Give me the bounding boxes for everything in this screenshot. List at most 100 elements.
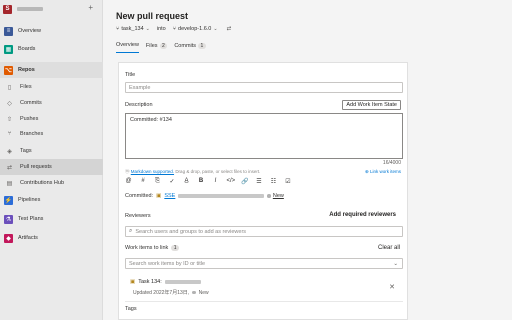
link-icon[interactable]: 🔗: [241, 178, 248, 185]
pr-form-card: Title Example Description Add Work Item …: [118, 62, 408, 320]
swap-branches-icon[interactable]: ⇄: [227, 26, 232, 32]
work-item-icon: ▣: [156, 193, 162, 199]
sidebar-item-label: Overview: [18, 28, 41, 34]
work-item-state: New: [198, 289, 209, 296]
repos-icon: ⌥: [4, 65, 13, 75]
sidebar-item-label: Pushes: [20, 116, 39, 122]
link-work-items-label: Link work items: [369, 169, 401, 174]
sidebar-item-tags[interactable]: ◈ Tags: [0, 143, 103, 159]
count-badge: 1: [198, 42, 206, 49]
state-indicator: New: [267, 193, 284, 199]
count-badge: 2: [159, 42, 168, 49]
main-content: New pull request ⑂ task_134 ⌄ into ⑂ dev…: [104, 0, 512, 320]
add-icon[interactable]: +: [88, 3, 93, 12]
work-items-label: Work items to link: [125, 245, 169, 251]
reviewers-label: Reviewers: [125, 213, 151, 219]
code-icon[interactable]: </>: [227, 178, 236, 185]
project-header[interactable]: S +: [3, 3, 100, 15]
committed-label: Committed:: [125, 193, 154, 199]
overview-icon: ≡: [4, 26, 13, 36]
sidebar-item-files[interactable]: ▯ Files: [0, 79, 103, 95]
sidebar-item-label: Test Plans: [18, 216, 44, 222]
reviewers-search-input[interactable]: ⌕ Search users and groups to add as revi…: [125, 226, 403, 237]
description-label: Description: [125, 102, 153, 108]
state-label: New: [272, 193, 284, 199]
tab-bar: Overview Files 2 Commits 1: [116, 42, 206, 53]
tab-overview[interactable]: Overview: [116, 42, 139, 53]
commits-icon: ◇: [7, 100, 12, 107]
branch-icon: ⑂: [116, 26, 120, 32]
tab-label: Files: [145, 42, 158, 49]
sidebar-item-pull-requests[interactable]: ⇄ Pull requests: [0, 159, 103, 175]
state-dot: [267, 194, 271, 198]
divider: [125, 301, 403, 302]
redacted-text: [178, 194, 265, 198]
clear-all-link[interactable]: Clear all: [378, 245, 400, 251]
sidebar-item-label: Artifacts: [18, 235, 38, 241]
chevron-down-icon: ⌄: [393, 260, 398, 267]
sidebar-item-repos[interactable]: ⌥ Repos: [0, 62, 103, 78]
source-branch-label: task_134: [121, 26, 144, 32]
markdown-hint-text: Drag & drop, paste, or select files to i…: [175, 169, 261, 174]
sidebar-item-test-plans[interactable]: ⚗ Test Plans: [0, 211, 103, 227]
markdown-link[interactable]: Markdown supported.: [131, 169, 174, 174]
link-work-items-link[interactable]: ⊕ Link work items: [365, 169, 401, 175]
state-dot: [192, 290, 196, 295]
project-name-redacted: [17, 7, 43, 11]
pipelines-icon: ⚡: [4, 195, 13, 205]
test-plans-icon: ⚗: [4, 214, 13, 224]
committed-line: Committed: ▣ SSE New: [125, 193, 284, 199]
branch-selector-row: ⑂ task_134 ⌄ into ⑂ develop-1.6.0 ⌄ ⇄: [116, 26, 231, 32]
sidebar-item-contributions-hub[interactable]: ▤ Contributions Hub: [0, 175, 103, 191]
text-style-icon[interactable]: A̲: [183, 178, 190, 185]
chevron-down-icon: ⌄: [145, 26, 150, 32]
tab-files[interactable]: Files 2: [145, 42, 168, 53]
work-items-search-input[interactable]: Search work items by ID or title ⌄: [125, 258, 403, 269]
hashtag-icon[interactable]: #: [140, 178, 147, 185]
tags-label: Tags: [125, 306, 137, 312]
title-input[interactable]: Example: [125, 82, 403, 93]
work-item-title[interactable]: Task 134:: [138, 279, 162, 285]
pull-requests-icon: ⇄: [6, 164, 13, 171]
add-required-reviewers-link[interactable]: Add required reviewers: [329, 212, 396, 218]
project-avatar: S: [3, 4, 12, 14]
branches-icon: ⑂: [7, 131, 12, 137]
branch-icon: ⑂: [172, 26, 177, 32]
add-work-item-state-button[interactable]: Add Work Item State: [342, 100, 401, 110]
target-branch-dropdown[interactable]: ⑂ develop-1.6.0 ⌄: [173, 26, 218, 32]
sidebar-item-pushes[interactable]: ⇧ Pushes: [0, 111, 103, 127]
mention-icon[interactable]: @: [125, 178, 132, 185]
chevron-down-icon: ⌄: [213, 26, 218, 32]
pushes-icon: ⇧: [6, 116, 13, 123]
tab-commits[interactable]: Commits 1: [174, 42, 206, 53]
committed-ref[interactable]: SSE: [164, 193, 175, 199]
tab-label: Overview: [116, 42, 139, 48]
sidebar-item-label: Pull requests: [20, 164, 52, 170]
sidebar-item-commits[interactable]: ◇ Commits: [0, 95, 103, 111]
sidebar-item-label: Boards: [18, 46, 36, 52]
artifacts-icon: ◆: [4, 233, 13, 243]
sidebar-item-label: Files: [20, 84, 32, 90]
description-textarea[interactable]: Committed: #134: [125, 113, 403, 159]
source-branch-dropdown[interactable]: ⑂ task_134 ⌄: [116, 26, 150, 32]
italic-icon[interactable]: I: [212, 178, 219, 185]
tags-icon: ◈: [7, 148, 12, 155]
sidebar-item-artifacts[interactable]: ◆ Artifacts: [0, 230, 103, 246]
remove-work-item-icon[interactable]: ✕: [389, 283, 395, 291]
sidebar-item-overview[interactable]: ≡ Overview: [0, 23, 103, 39]
sidebar-item-pipelines[interactable]: ⚡ Pipelines: [0, 192, 103, 208]
attach-icon[interactable]: ⎘: [154, 178, 161, 185]
formatting-toolbar: @ # ⎘ ✓ A̲ B I </> 🔗 ☰ ☷ ☑: [125, 178, 292, 185]
bullet-list-icon[interactable]: ☰: [256, 178, 263, 185]
checklist-icon[interactable]: ☑: [285, 178, 292, 185]
task-icon: ▣: [130, 279, 136, 285]
checkmark-icon[interactable]: ✓: [169, 178, 176, 185]
title-input-value: Example: [129, 84, 151, 91]
sidebar-item-label: Repos: [18, 67, 35, 73]
sidebar-item-boards[interactable]: ▦ Boards: [0, 41, 103, 57]
bold-icon[interactable]: B: [198, 178, 205, 185]
sidebar-item-branches[interactable]: ⑂ Branches: [0, 126, 103, 142]
sidebar-item-label: Branches: [20, 131, 44, 137]
character-counter: 16/4000: [382, 160, 401, 166]
numbered-list-icon[interactable]: ☷: [270, 178, 277, 185]
